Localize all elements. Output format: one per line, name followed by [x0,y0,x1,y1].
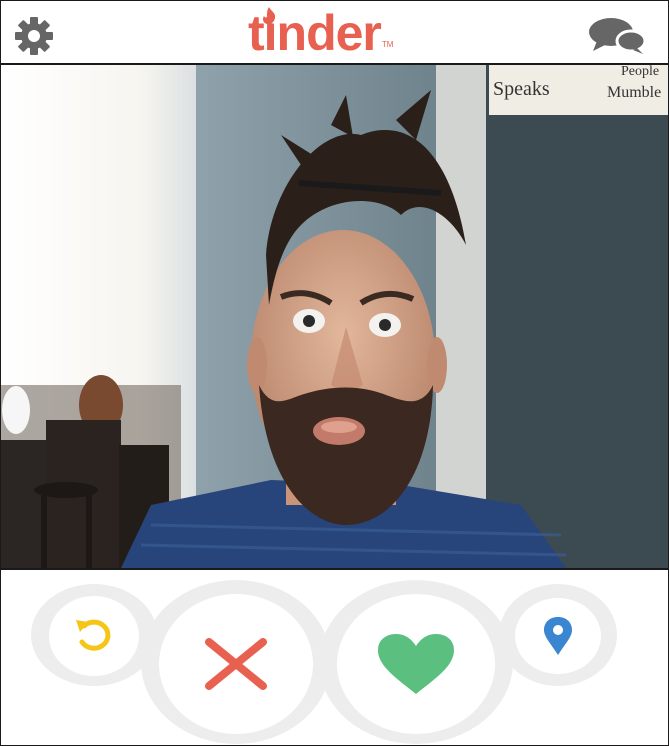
app-window: tinder TM Speaks People Mumble [0,0,669,746]
location-button[interactable] [515,598,601,674]
sign-text-2: People [621,65,659,79]
chat-bubbles-icon [589,18,647,54]
gear-icon [15,17,53,55]
top-bar: tinder TM [1,1,668,65]
like-button[interactable] [337,594,495,734]
rewind-button[interactable] [49,596,139,676]
rewind-icon [76,619,111,651]
trademark-mark: TM [381,40,394,49]
location-pin-icon [544,617,572,655]
close-icon [205,638,267,690]
sign-text-3: Mumble [607,84,661,101]
sign-text-1: Speaks [493,78,550,100]
nope-button[interactable] [159,594,313,734]
messages-button[interactable] [587,15,649,55]
flame-icon [263,7,276,25]
action-bar [1,570,668,745]
settings-button[interactable] [13,15,59,61]
profile-photo-image: Speaks People Mumble [1,65,668,568]
profile-photo[interactable]: Speaks People Mumble [1,65,668,570]
heart-icon [378,634,454,694]
